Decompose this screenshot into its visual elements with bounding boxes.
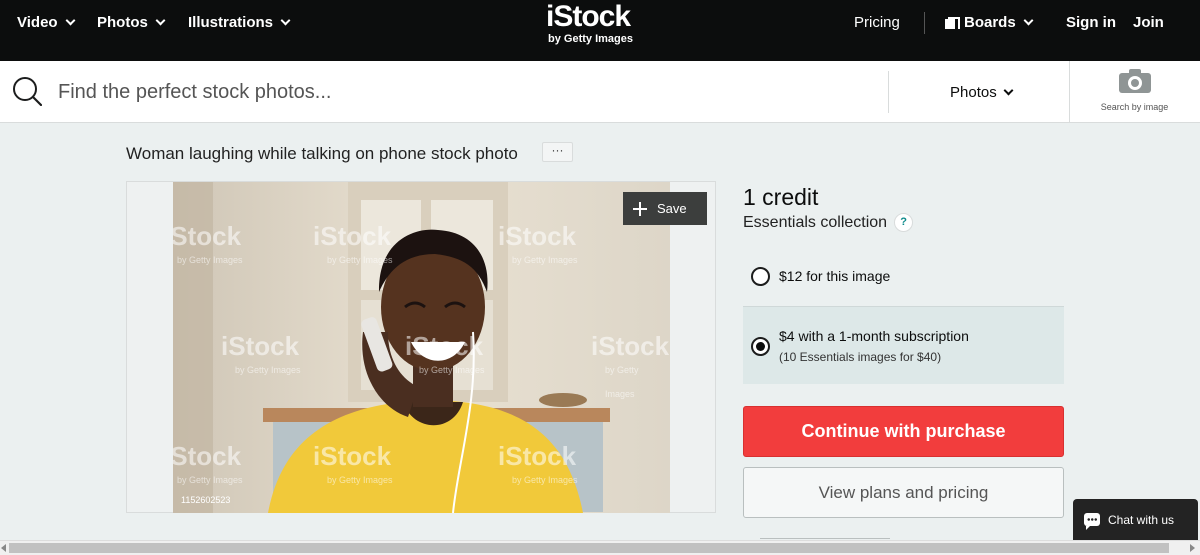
chat-button[interactable]: Chat with us — [1073, 499, 1198, 540]
radio-single-image[interactable] — [751, 267, 770, 286]
istock-logo[interactable]: iStock by Getty Images — [546, 0, 656, 46]
collection-info: Essentials collection ? — [743, 213, 914, 232]
chevron-down-icon — [1023, 15, 1034, 26]
option-subscription[interactable]: $4 with a 1-month subscription (10 Essen… — [743, 306, 1064, 384]
horizontal-scrollbar[interactable] — [0, 540, 1200, 555]
search-input[interactable] — [58, 74, 858, 110]
watermark: iStockby Getty Images — [313, 221, 393, 265]
option-single-image[interactable]: $12 for this image — [743, 250, 1064, 305]
join-link[interactable]: Join — [1133, 14, 1164, 31]
watermark: iStockby Getty Images — [313, 441, 393, 485]
search-divider — [888, 71, 889, 113]
watermark: iStockby Getty Images — [221, 331, 301, 375]
search-icon[interactable] — [12, 76, 42, 106]
chevron-down-icon — [280, 15, 291, 26]
chat-bubble-icon — [1084, 513, 1100, 530]
logo-text: iStock — [546, 0, 631, 33]
save-label: Save — [657, 201, 687, 216]
nav-illustrations[interactable]: Illustrations — [188, 14, 291, 31]
option-subscription-sub: (10 Essentials images for $40) — [779, 350, 942, 364]
collection-label: Essentials collection — [743, 213, 888, 231]
nav-illustrations-label: Illustrations — [188, 14, 274, 31]
photo-id: 1152602523 — [181, 495, 231, 505]
media-type-dropdown[interactable]: Photos — [950, 84, 1014, 101]
sign-in-link[interactable]: Sign in — [1066, 14, 1116, 31]
stock-photo[interactable]: iStockby Getty Images iStockby Getty Ima… — [173, 182, 670, 513]
chevron-down-icon — [155, 15, 166, 26]
option-subscription-label: $4 with a 1-month subscription — [779, 328, 969, 344]
watermark: iStockby Getty Images — [591, 331, 670, 399]
nav-divider — [924, 12, 925, 34]
logo-subtext: by Getty Images — [548, 33, 633, 45]
radio-subscription[interactable] — [751, 337, 770, 356]
watermark: iStockby Getty Images — [173, 441, 243, 485]
credit-label: 1 credit — [743, 184, 819, 210]
search-by-image-button[interactable]: Search by image — [1072, 69, 1197, 112]
chevron-down-icon — [1003, 85, 1014, 96]
chevron-down-icon — [65, 15, 76, 26]
nav-video[interactable]: Video — [17, 14, 76, 31]
nav-photos[interactable]: Photos — [97, 14, 166, 31]
nav-pricing-label: Pricing — [854, 14, 900, 31]
plus-icon — [633, 201, 647, 216]
nav-boards-label: Boards — [964, 14, 1016, 31]
watermark: iStockby Getty Images — [405, 331, 485, 375]
help-icon[interactable]: ? — [894, 213, 914, 232]
save-button[interactable]: Save — [623, 192, 707, 225]
watermark: iStockby Getty Images — [173, 221, 243, 265]
search-divider — [1069, 61, 1070, 123]
sign-in-label: Sign in — [1066, 14, 1116, 31]
page-title: Woman laughing while talking on phone st… — [126, 144, 518, 163]
search-by-image-label: Search by image — [1100, 102, 1169, 112]
continue-purchase-button[interactable]: Continue with purchase — [743, 406, 1064, 457]
scrollbar-thumb[interactable] — [9, 543, 1169, 553]
nav-photos-label: Photos — [97, 14, 148, 31]
boards-icon — [945, 16, 960, 29]
scroll-left-icon[interactable] — [1, 544, 6, 552]
view-plans-button[interactable]: View plans and pricing — [743, 467, 1064, 518]
chat-label: Chat with us — [1108, 512, 1175, 527]
watermark: iStockby Getty Images — [498, 441, 578, 485]
scroll-right-icon[interactable] — [1190, 544, 1195, 552]
camera-icon — [1118, 69, 1151, 93]
media-type-label: Photos — [950, 84, 997, 101]
top-navigation: Video Photos Illustrations iStock by Get… — [0, 0, 1200, 61]
nav-video-label: Video — [17, 14, 58, 31]
watermark: iStockby Getty Images — [498, 221, 578, 265]
more-options-button[interactable]: ··· — [542, 142, 573, 162]
nav-pricing[interactable]: Pricing — [854, 14, 900, 31]
nav-boards[interactable]: Boards — [945, 14, 1034, 31]
option-single-label: $12 for this image — [779, 268, 891, 284]
search-bar: Photos Search by image — [0, 61, 1200, 123]
join-label: Join — [1133, 14, 1164, 31]
